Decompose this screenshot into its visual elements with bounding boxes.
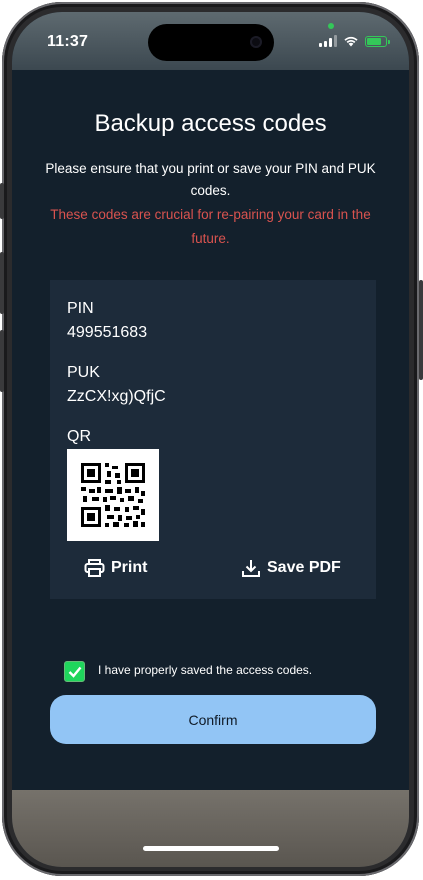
codes-card: PIN 499551683 PUK ZzCX!xg)QfjC QR Print … <box>50 280 376 599</box>
printer-icon <box>84 559 105 577</box>
pin-value: 499551683 <box>67 324 148 341</box>
confirm-button[interactable]: Confirm <box>50 695 376 744</box>
volume-up-button <box>0 252 4 314</box>
checkmark-icon <box>68 666 81 678</box>
qr-code-image <box>67 449 159 541</box>
status-time: 11:37 <box>47 33 89 50</box>
app-screen: 11:37 Backup access codes Please ensure … <box>12 12 409 867</box>
instruction-text: Please ensure that you print or save you… <box>45 161 376 198</box>
status-bar: 11:37 <box>12 12 409 70</box>
bottom-background <box>12 790 409 867</box>
pin-label: PIN <box>67 300 94 317</box>
volume-down-button <box>0 330 4 392</box>
saved-confirmation-checkbox[interactable] <box>64 661 85 682</box>
battery-icon <box>365 35 390 47</box>
print-label: Print <box>111 559 148 576</box>
download-icon <box>242 560 260 577</box>
home-indicator[interactable] <box>143 846 279 851</box>
wifi-icon <box>344 36 358 47</box>
action-button <box>0 183 4 219</box>
camera-indicator-icon <box>328 23 334 29</box>
checkbox-label: I have properly saved the access codes. <box>98 663 313 677</box>
print-button[interactable]: Print <box>84 558 147 578</box>
save-pdf-button[interactable]: Save PDF <box>241 558 341 578</box>
save-pdf-label: Save PDF <box>267 559 341 576</box>
page-title: Backup access codes <box>94 110 327 137</box>
dynamic-island <box>148 24 274 61</box>
signal-icon <box>319 35 337 47</box>
warning-text: These codes are crucial for re-pairing y… <box>50 207 371 246</box>
power-button <box>419 280 423 380</box>
qr-label: QR <box>67 428 91 445</box>
puk-label: PUK <box>67 364 100 381</box>
camera-icon <box>250 36 262 48</box>
status-icons <box>319 35 390 47</box>
puk-value: ZzCX!xg)QfjC <box>67 388 166 405</box>
